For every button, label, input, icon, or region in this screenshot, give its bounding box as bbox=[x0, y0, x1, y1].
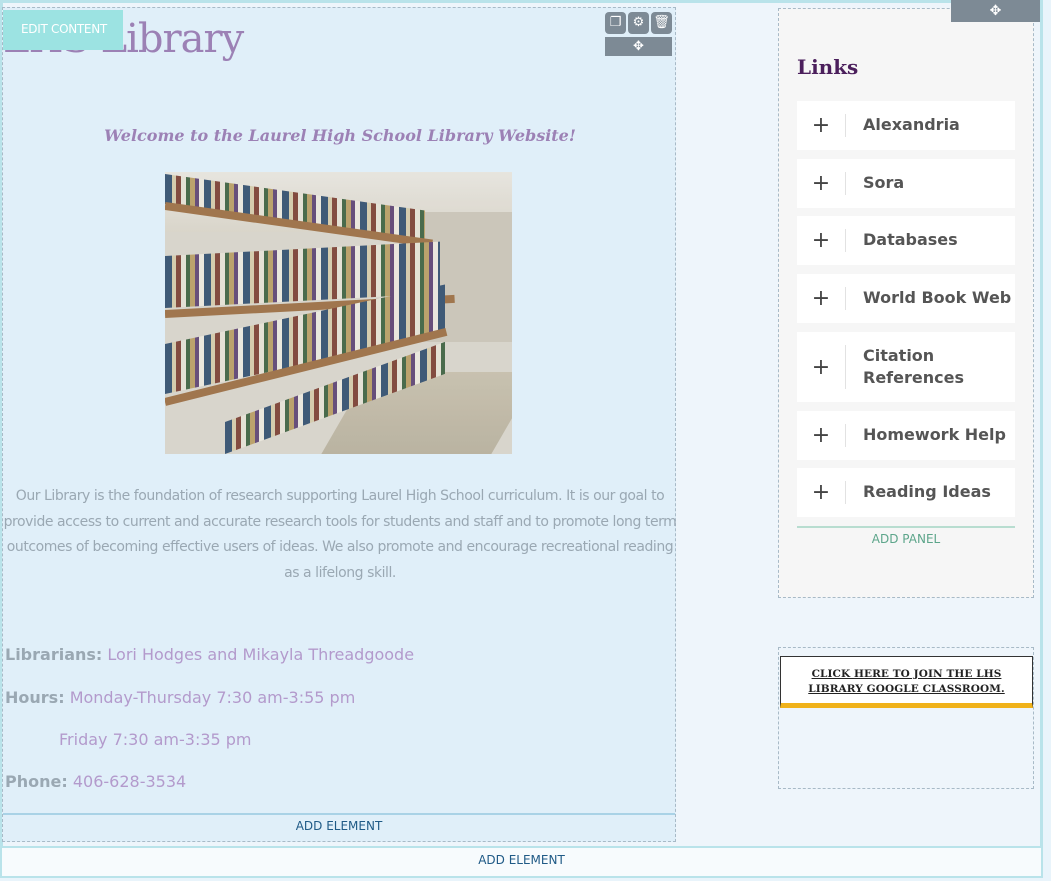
move-icon[interactable]: ✥ bbox=[951, 0, 1040, 22]
sidebar-item-world-book-web[interactable]: + World Book Web bbox=[797, 274, 1015, 323]
welcome-heading: Welcome to the Laurel High School Librar… bbox=[104, 126, 576, 145]
phone-line: Phone: 406-628-3534 bbox=[5, 772, 186, 791]
trash-icon[interactable]: 🗑 bbox=[651, 12, 672, 34]
google-classroom-button[interactable]: CLICK HERE TO JOIN THE LHS LIBRARY GOOGL… bbox=[780, 656, 1033, 708]
sidebar-item-databases[interactable]: + Databases bbox=[797, 216, 1015, 265]
plus-icon[interactable]: + bbox=[797, 468, 845, 517]
hours-value: Monday-Thursday 7:30 am-3:55 pm bbox=[69, 688, 356, 707]
plus-icon[interactable]: + bbox=[797, 332, 845, 402]
library-description: Our Library is the foundation of researc… bbox=[3, 488, 677, 581]
classroom-panel: CLICK HERE TO JOIN THE LHS LIBRARY GOOGL… bbox=[778, 647, 1034, 789]
phone-value: 406-628-3534 bbox=[72, 772, 187, 791]
links-panel[interactable]: Links + Alexandria + Sora + Databases + … bbox=[778, 8, 1034, 598]
plus-icon[interactable]: + bbox=[797, 274, 845, 323]
add-element-button[interactable]: ADD ELEMENT bbox=[3, 813, 675, 841]
element-controls: ❐ ⚙ 🗑 ✥ bbox=[605, 12, 673, 60]
sidebar-item-reading-ideas[interactable]: + Reading Ideas bbox=[797, 468, 1015, 517]
plus-icon[interactable]: + bbox=[797, 159, 845, 208]
edit-content-button[interactable]: EDIT CONTENT bbox=[3, 10, 123, 50]
sidebar-item-label: Homework Help bbox=[863, 425, 1006, 444]
cta-line-2[interactable]: LIBRARY GOOGLE CLASSROOM. bbox=[781, 682, 1032, 697]
sidebar-item-label: Alexandria bbox=[863, 115, 960, 134]
sidebar-item-label: Citation References bbox=[863, 346, 964, 387]
sidebar-item-label: Sora bbox=[863, 173, 905, 192]
hours-label: Hours: bbox=[5, 688, 65, 707]
sidebar-item-alexandria[interactable]: + Alexandria bbox=[797, 101, 1015, 150]
sidebar-item-label: Databases bbox=[863, 230, 958, 249]
copy-icon[interactable]: ❐ bbox=[605, 12, 626, 34]
add-element-button[interactable]: ADD ELEMENT bbox=[0, 846, 1043, 878]
gear-icon[interactable]: ⚙ bbox=[628, 12, 649, 34]
librarians-line: Librarians: Lori Hodges and Mikayla Thre… bbox=[5, 645, 414, 664]
sidebar-item-sora[interactable]: + Sora bbox=[797, 159, 1015, 208]
sidebar-item-citation-references[interactable]: + Citation References bbox=[797, 332, 1015, 402]
librarians-value: Lori Hodges and Mikayla Threadgoode bbox=[107, 645, 415, 664]
plus-icon[interactable]: + bbox=[797, 101, 845, 150]
add-panel-button[interactable]: ADD PANEL bbox=[797, 526, 1015, 546]
librarians-label: Librarians: bbox=[5, 645, 103, 664]
sidebar-item-label: Reading Ideas bbox=[863, 482, 991, 501]
sidebar-item-label: World Book Web bbox=[863, 288, 1012, 307]
library-photo bbox=[165, 172, 512, 454]
links-title: Links bbox=[797, 55, 859, 79]
main-content-region[interactable]: EDIT CONTENT LHS Library ❐ ⚙ 🗑 ✥ Welcome… bbox=[2, 7, 677, 842]
phone-label: Phone: bbox=[5, 772, 68, 791]
sidebar-item-homework-help[interactable]: + Homework Help bbox=[797, 411, 1015, 460]
cta-line-1[interactable]: CLICK HERE TO JOIN THE LHS bbox=[781, 667, 1032, 682]
plus-icon[interactable]: + bbox=[797, 216, 845, 265]
plus-icon[interactable]: + bbox=[797, 411, 845, 460]
hours-line: Hours: Monday-Thursday 7:30 am-3:55 pm bbox=[5, 688, 355, 707]
move-icon[interactable]: ✥ bbox=[605, 37, 672, 56]
friday-hours: Friday 7:30 am-3:35 pm bbox=[59, 730, 252, 749]
